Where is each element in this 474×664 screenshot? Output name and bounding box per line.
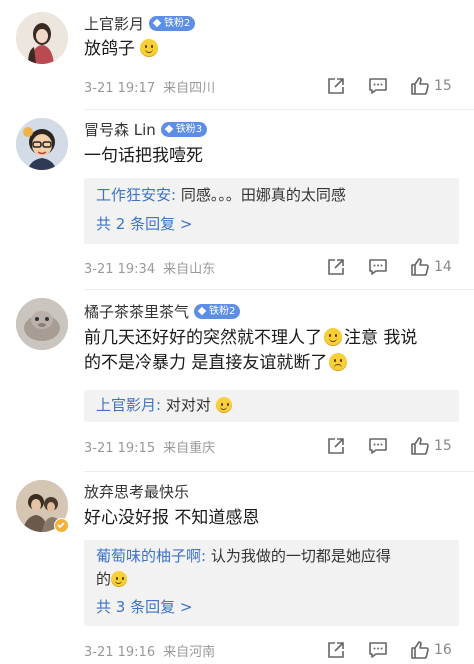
smile-emoji xyxy=(215,397,232,413)
comment-body-part: 注意 我说 xyxy=(344,328,418,348)
share-icon[interactable] xyxy=(326,640,346,660)
comment-body: 好心没好报 不知道感恩 xyxy=(84,508,260,528)
comment-text: 一句话把我噎死 xyxy=(84,144,459,169)
reply-preview[interactable]: 上官影月: 对对对 xyxy=(84,390,459,422)
comment-text: 放鸽子 xyxy=(84,37,459,62)
comment-icon[interactable] xyxy=(368,640,388,660)
like-count: 15 xyxy=(434,438,452,454)
timestamp: 3-21 19:17 来自四川 xyxy=(84,77,215,96)
sweat-emoji xyxy=(324,328,342,346)
comment-icon[interactable] xyxy=(368,76,388,96)
reply-text: 对对对 xyxy=(161,396,211,414)
commenter-name[interactable]: 橘子茶茶里茶气 xyxy=(84,301,189,322)
reply-preview[interactable]: 葡萄味的柚子啊: 认为我做的一切都是她应得的 共 3 条回复 > xyxy=(84,540,459,626)
commenter-name-row: 橘子茶茶里茶气 铁粉2 xyxy=(84,300,241,322)
timestamp: 3-21 19:16 来自河南 xyxy=(84,641,215,660)
comment-source: 来自河南 xyxy=(163,644,216,660)
share-icon[interactable] xyxy=(326,257,346,277)
share-icon[interactable] xyxy=(326,436,346,456)
comment-source: 来自山东 xyxy=(163,261,216,277)
reply-author[interactable]: 上官影月: xyxy=(96,396,161,414)
like-icon[interactable] xyxy=(410,640,430,660)
reply-line: 工作狂安安: 同感。。。田娜真的太同感 xyxy=(84,184,459,207)
comment-icon[interactable] xyxy=(368,436,388,456)
comment-meta: 3-21 19:17 来自四川 15 xyxy=(84,75,464,97)
cry-emoji xyxy=(329,353,348,371)
comment-item: 橘子茶茶里茶气 铁粉2 前几天还好好的突然就不理人了 注意 我说 的不是冷暴力 是… xyxy=(0,290,474,472)
comment-icon[interactable] xyxy=(368,257,388,277)
avatar[interactable] xyxy=(16,480,69,533)
commenter-name[interactable]: 冒号森 Lin xyxy=(84,119,156,140)
more-replies-link[interactable]: 共 3 条回复 > xyxy=(84,596,459,619)
comment-text: 好心没好报 不知道感恩 xyxy=(84,506,459,531)
diamond-icon xyxy=(164,124,174,134)
reply-line: 上官影月: 对对对 xyxy=(84,394,459,417)
comment-item: 冒号森 Lin 铁粉3 一句话把我噎死 工作狂安安: 同感。。。田娜真的太同感 … xyxy=(0,110,474,290)
avatar[interactable] xyxy=(16,118,68,170)
like-icon[interactable] xyxy=(410,257,430,277)
comment-text: 前几天还好好的突然就不理人了 注意 我说 的不是冷暴力 是直接友谊就断了 xyxy=(84,326,459,376)
commenter-name-row: 上官影月 铁粉2 xyxy=(84,12,196,34)
comment-actions: 16 xyxy=(326,639,452,661)
commenter-name[interactable]: 放弃思考最快乐 xyxy=(84,481,189,502)
avatar[interactable] xyxy=(16,298,68,350)
comment-item: 放弃思考最快乐 好心没好报 不知道感恩 葡萄味的柚子啊: 认为我做的一切都是她应… xyxy=(0,472,474,661)
share-icon[interactable] xyxy=(326,76,346,96)
comment-date: 3-21 19:15 xyxy=(84,440,156,456)
fan-badge-label: 铁粉2 xyxy=(209,305,236,317)
comment-body-part: 的不是冷暴力 是直接友谊就断了 xyxy=(84,353,328,373)
comment-actions: 15 xyxy=(326,435,452,457)
like-count: 14 xyxy=(434,259,452,275)
comment-actions: 14 xyxy=(326,256,452,278)
comment-source: 来自重庆 xyxy=(163,440,216,456)
comment-body: 放鸽子 xyxy=(84,39,135,59)
reply-author[interactable]: 葡萄味的柚子啊: xyxy=(96,547,206,565)
timestamp: 3-21 19:15 来自重庆 xyxy=(84,437,215,456)
comment-source: 来自四川 xyxy=(163,80,216,96)
fan-badge-label: 铁粉2 xyxy=(164,17,191,29)
verified-icon xyxy=(54,518,69,533)
comment-date: 3-21 19:17 xyxy=(84,80,156,96)
like-icon[interactable] xyxy=(410,76,430,96)
comment-meta: 3-21 19:15 来自重庆 15 xyxy=(84,435,464,457)
reply-preview[interactable]: 工作狂安安: 同感。。。田娜真的太同感 共 2 条回复 > xyxy=(84,178,459,244)
comment-date: 3-21 19:34 xyxy=(84,261,156,277)
more-replies-link[interactable]: 共 2 条回复 > xyxy=(84,213,459,236)
commenter-name-row: 冒号森 Lin 铁粉3 xyxy=(84,118,208,140)
smile-emoji xyxy=(140,39,159,57)
comment-body: 一句话把我噎死 xyxy=(84,146,203,166)
reply-line: 葡萄味的柚子啊: 认为我做的一切都是她应得的 xyxy=(84,545,459,591)
diamond-icon xyxy=(152,18,162,28)
like-icon[interactable] xyxy=(410,436,430,456)
reply-text: 同感。。。田娜真的太同感 xyxy=(176,186,346,204)
timestamp: 3-21 19:34 来自山东 xyxy=(84,258,215,277)
reply-text: 认为我做的一切都是她应得 xyxy=(206,547,391,565)
avatar[interactable] xyxy=(16,12,68,64)
fan-badge: 铁粉2 xyxy=(194,303,241,319)
fan-badge: 铁粉3 xyxy=(160,121,208,137)
fan-badge: 铁粉2 xyxy=(149,15,196,31)
comment-meta: 3-21 19:34 来自山东 14 xyxy=(84,256,464,278)
diamond-icon xyxy=(197,306,207,316)
comment-body-part: 前几天还好好的突然就不理人了 xyxy=(84,328,322,348)
fan-badge-label: 铁粉3 xyxy=(175,123,203,135)
comment-item: 上官影月 铁粉2 放鸽子 3-21 19:17 来自四川 15 xyxy=(0,0,474,110)
like-count: 16 xyxy=(434,642,452,658)
smile-emoji xyxy=(111,571,128,587)
commenter-name-row: 放弃思考最快乐 xyxy=(84,480,189,502)
comment-meta: 3-21 19:16 来自河南 16 xyxy=(84,639,464,661)
reply-text: 的 xyxy=(96,570,112,588)
comment-actions: 15 xyxy=(326,75,452,97)
commenter-name[interactable]: 上官影月 xyxy=(84,13,144,34)
like-count: 15 xyxy=(434,78,452,94)
reply-author[interactable]: 工作狂安安: xyxy=(96,186,176,204)
comment-date: 3-21 19:16 xyxy=(84,644,156,660)
